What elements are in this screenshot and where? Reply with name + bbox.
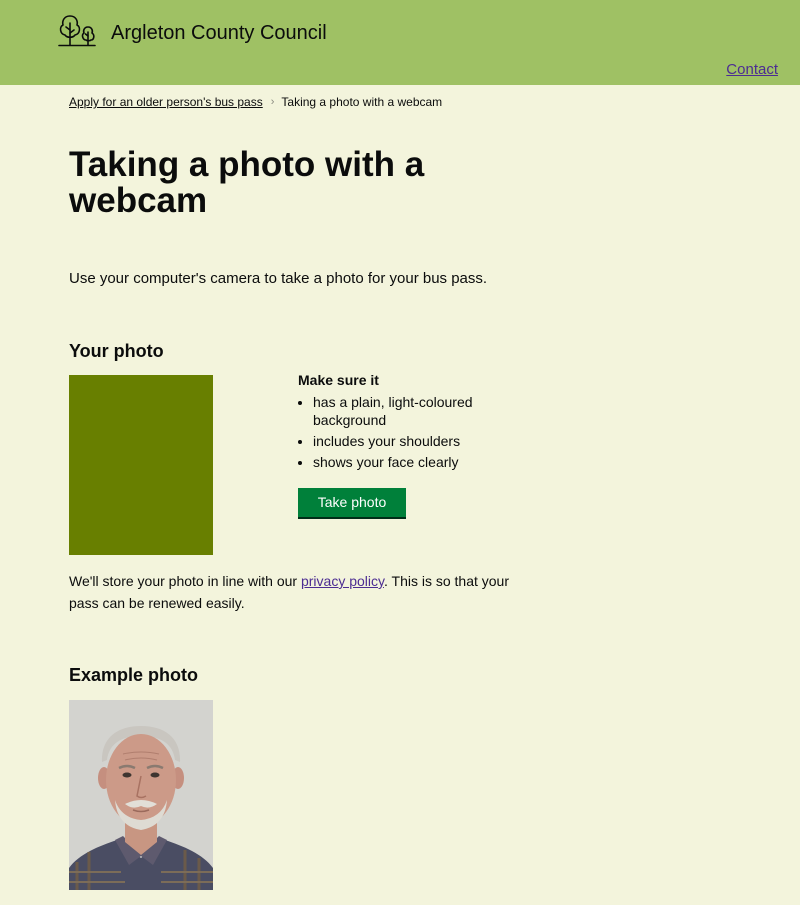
example-photo-heading: Example photo [69, 665, 199, 685]
requirements-title: Make sure it [298, 372, 379, 388]
breadcrumb-link-apply[interactable]: Apply for an older person's bus pass [69, 95, 263, 109]
contact-link[interactable]: Contact [726, 61, 778, 79]
webcam-preview [69, 375, 213, 555]
intro-text: Use your computer's camera to take a pho… [69, 270, 488, 287]
page-title: Taking a photo with a webcam [69, 145, 425, 220]
requirements-list: has a plain, light-coloured background i… [298, 393, 538, 471]
storage-text-start: We'll store your photo in line with our [69, 573, 301, 589]
privacy-policy-link[interactable]: privacy policy [301, 573, 384, 589]
breadcrumb-current: Taking a photo with a webcam [281, 95, 443, 109]
chevron-right-icon: › [270, 96, 275, 108]
site-header: Argleton County Council Contact [0, 0, 800, 85]
example-portrait-image [69, 700, 213, 890]
example-photo [69, 700, 213, 890]
photo-storage-notice: We'll store your photo in line with our … [69, 570, 539, 614]
site-name[interactable]: Argleton County Council [111, 21, 327, 45]
list-item: has a plain, light-coloured background [313, 393, 538, 429]
trees-icon[interactable] [57, 13, 97, 49]
breadcrumb: Apply for an older person's bus pass › T… [69, 95, 442, 109]
photo-requirements: Make sure it has a plain, light-coloured… [298, 371, 538, 474]
take-photo-button[interactable]: Take photo [298, 488, 406, 517]
list-item: shows your face clearly [313, 453, 538, 471]
list-item: includes your shoulders [313, 432, 538, 450]
your-photo-heading: Your photo [69, 341, 164, 361]
